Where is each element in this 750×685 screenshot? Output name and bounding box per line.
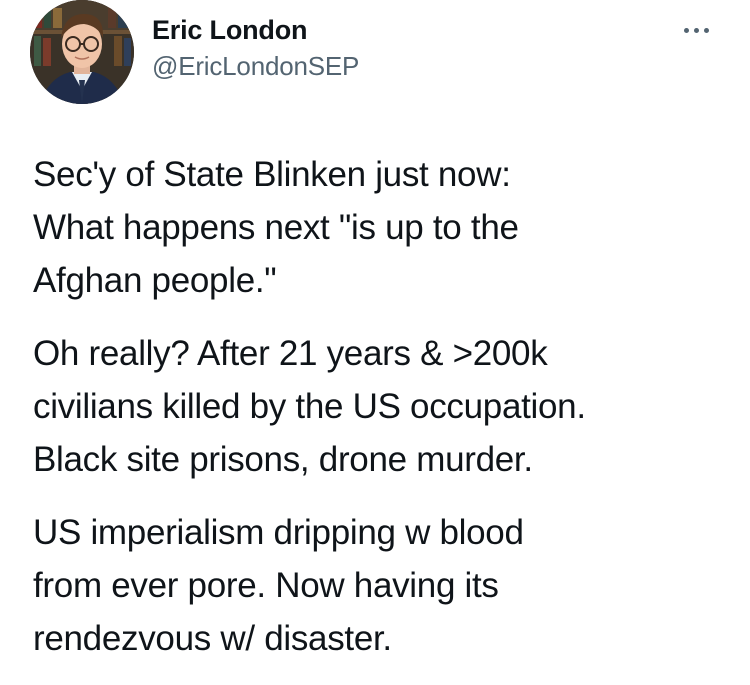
tweet-text: Sec'y of State Blinken just now: What ha… <box>33 148 733 685</box>
tweet: Eric London @EricLondonSEP Sec'y of Stat… <box>0 0 750 681</box>
more-options-button[interactable] <box>672 18 720 42</box>
author-display-name[interactable]: Eric London <box>152 12 359 48</box>
avatar-image <box>30 0 134 104</box>
tweet-author: Eric London @EricLondonSEP <box>152 12 359 84</box>
author-handle[interactable]: @EricLondonSEP <box>152 48 359 84</box>
more-horizontal-icon-dot <box>693 27 699 33</box>
tweet-paragraph: US imperialism dripping w blood from eve… <box>33 513 524 658</box>
tweet-paragraph: Oh really? After 21 years & >200k civili… <box>33 334 586 479</box>
more-horizontal-icon-dot <box>703 27 709 33</box>
more-horizontal-icon <box>683 27 689 33</box>
avatar[interactable] <box>30 0 134 104</box>
tweet-paragraph: Sec'y of State Blinken just now: What ha… <box>33 155 519 300</box>
